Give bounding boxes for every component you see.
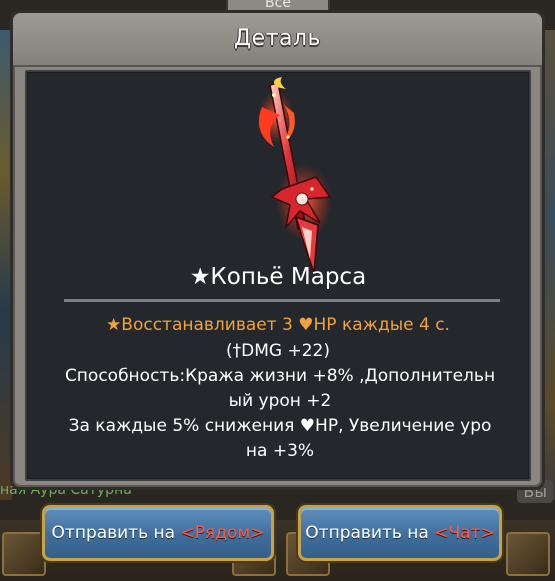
heart-icon: ♥	[299, 416, 316, 436]
dialog-title: Деталь	[233, 26, 322, 51]
button-label: Отправить на	[305, 523, 435, 543]
item-name: ★Копьё Марса	[189, 264, 367, 290]
send-to-nearby-button[interactable]: Отправить на <Рядом>	[42, 505, 274, 561]
stat-text: DMG +22)	[241, 341, 330, 361]
sword-icon: †	[232, 341, 242, 361]
description-text: HP, Увеличение уро	[315, 416, 492, 436]
heart-icon: ♥	[298, 315, 314, 335]
stat-open: (	[226, 341, 233, 361]
background-inventory-slot	[2, 532, 46, 576]
description-line: ый урон +2	[228, 391, 332, 411]
divider	[64, 299, 500, 302]
detail-dialog: Деталь ★Копьё Марса ★Восстанавливает 3 ♥…	[10, 10, 545, 490]
item-detail-panel: ★Копьё Марса ★Восстанавливает 3 ♥HP кажд…	[25, 70, 531, 481]
effect-suffix: HP каждые 4 с.	[313, 315, 450, 335]
button-label: Отправить на	[51, 523, 181, 543]
background-inventory-slot	[506, 532, 550, 576]
nearby-channel-label: <Рядом>	[180, 523, 265, 543]
description-line: За каждые 5% снижения ♥HP, Увеличение ур…	[39, 414, 521, 439]
description-line: на +3%	[245, 441, 315, 461]
spear-icon	[258, 77, 332, 274]
send-to-chat-button[interactable]: Отправить на <Чат>	[298, 505, 502, 561]
star-icon: ★	[106, 315, 122, 335]
item-effect: ★Восстанавливает 3 ♥HP каждые 4 с.	[27, 315, 529, 335]
item-stat: (†DMG +22)	[27, 341, 529, 361]
bonus-description: За каждые 5% снижения ♥HP, Увеличение ур…	[39, 414, 521, 464]
chat-channel-label: <Чат>	[434, 523, 495, 543]
ability-description: Способность:Кража жизни +8% ,Дополнитель…	[39, 364, 521, 414]
dialog-header: Деталь	[13, 13, 542, 67]
description-text: За каждые 5% снижения	[68, 416, 300, 436]
description-line: Способность:Кража жизни +8% ,Дополнитель…	[64, 366, 496, 386]
effect-text: Восстанавливает 3	[121, 315, 299, 335]
